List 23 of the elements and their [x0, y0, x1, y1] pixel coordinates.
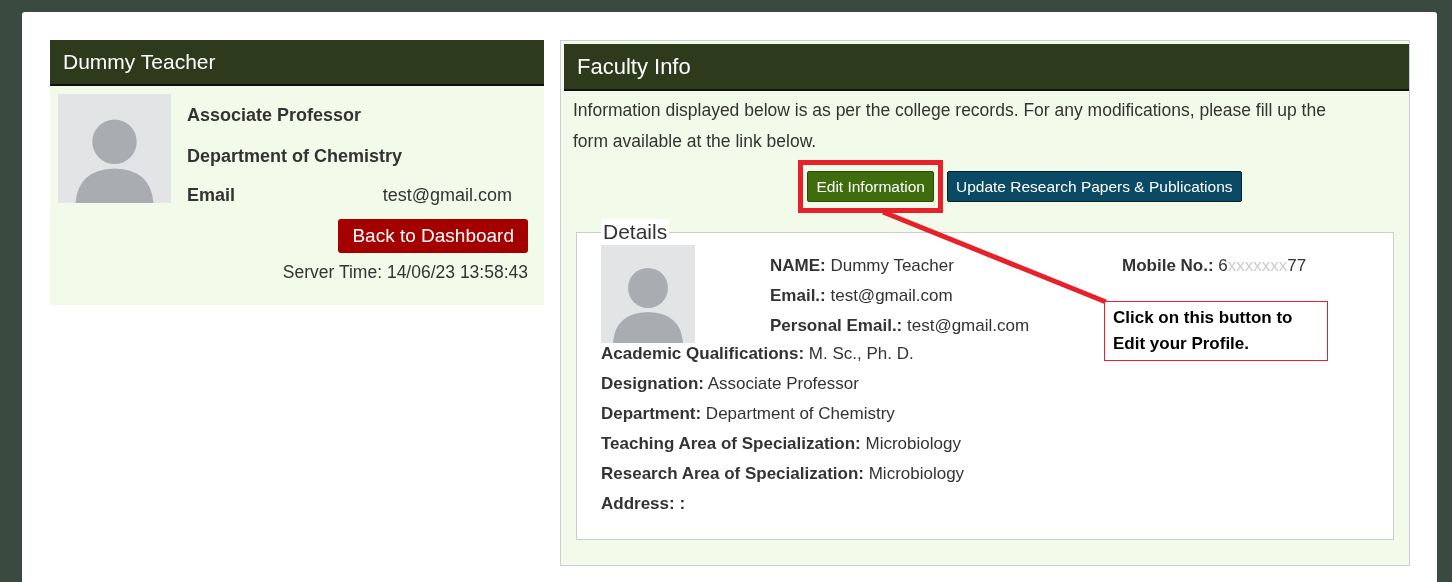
field-text: Teaching Area of Specialization: Microbiology [601, 433, 961, 456]
edit-button[interactable]: Edit Information [807, 171, 934, 203]
panel-title: Faculty Info [564, 44, 1409, 91]
back-button[interactable]: Back to Dashboard [338, 218, 528, 253]
field-text: Email.: test@gmail.com [770, 285, 953, 308]
avatar-icon [601, 245, 695, 344]
field-text: Research Area of Specialization: Microbiology [601, 463, 965, 486]
callout-text: Click on this button to Edit your Profile. [1104, 301, 1328, 361]
email-value: test@gmail.com [382, 183, 512, 207]
email-label: Email [187, 183, 236, 207]
department-text: Department of Chemistry [187, 144, 404, 168]
field-text: Department: Department of Chemistry [601, 403, 895, 426]
card-title: Dummy Teacher [50, 40, 544, 86]
field-text: Address: : [601, 493, 686, 516]
field-text: Personal Email.: test@gmail.com [770, 315, 1030, 338]
field-text: NAME: Dummy Teacher [770, 255, 954, 278]
server-time: Server Time: 14/06/23 13:58:43 [282, 261, 528, 284]
designation-text: Associate Professor [187, 103, 363, 127]
intro-text: Information displayed below is as per the college records. For any modifications, please fill up the form available at the link below. [572, 99, 1327, 153]
update-button[interactable]: Update Research Papers & Publications [947, 171, 1242, 203]
field-text: Academic Qualifications: M. Sc., Ph. D. [601, 343, 914, 366]
field-text: Designation: Associate Professor [601, 373, 859, 396]
avatar-icon [58, 93, 171, 203]
